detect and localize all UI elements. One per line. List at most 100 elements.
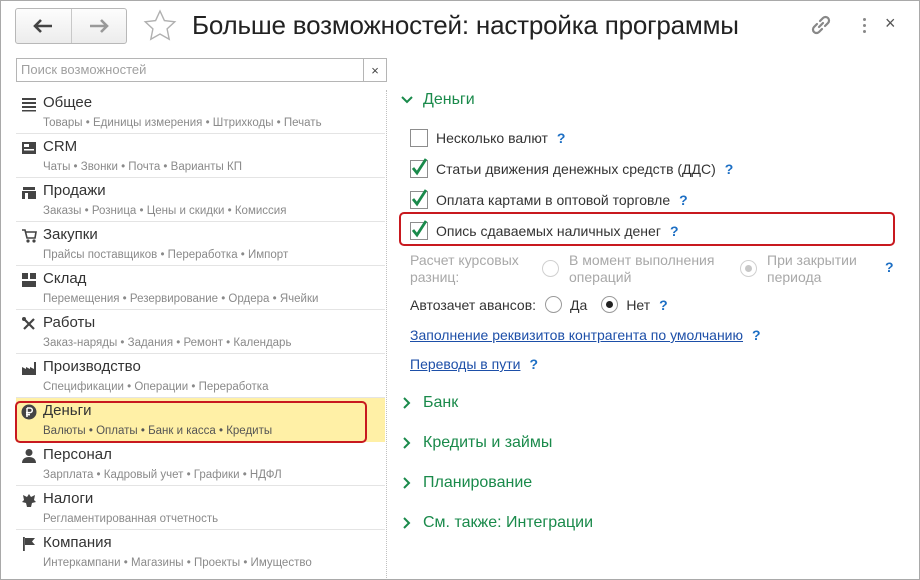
radio-no[interactable]	[601, 296, 619, 313]
sales-icon	[22, 187, 36, 199]
option-card-payments: Оплата картами в оптовой торговле ?	[410, 189, 688, 209]
chevron-right-icon	[403, 437, 411, 449]
checkbox[interactable]	[410, 189, 428, 209]
radio-button[interactable]	[542, 260, 559, 277]
section-taxes[interactable]: Налоги Регламентированная отчетность	[16, 486, 385, 530]
group-title: Деньги	[423, 91, 475, 108]
crm-icon	[22, 142, 36, 154]
section-subtitle: Чаты • Звонки • Почта • Варианты КП	[43, 161, 242, 173]
section-subtitle: Перемещения • Резервирование • Ордера • …	[43, 293, 319, 305]
help-button[interactable]: ?	[659, 297, 668, 313]
star-icon[interactable]	[142, 8, 178, 44]
help-button[interactable]: ?	[725, 161, 734, 177]
section-general[interactable]: Общее Товары • Единицы измерения • Штрих…	[16, 90, 385, 134]
section-name: Общее	[43, 94, 93, 111]
help-button[interactable]: ?	[885, 259, 894, 275]
selected-option-highlight	[399, 212, 895, 246]
arrow-left-icon	[33, 19, 53, 33]
group-credits-header[interactable]: Кредиты и займы	[401, 434, 552, 452]
radio-button[interactable]	[740, 260, 757, 277]
flag-icon	[23, 537, 35, 551]
help-button[interactable]: ?	[529, 356, 538, 372]
section-personnel[interactable]: Персонал Зарплата • Кадровый учет • Граф…	[16, 442, 385, 486]
checkbox[interactable]	[410, 129, 428, 147]
cart-icon	[22, 229, 37, 243]
help-button[interactable]: ?	[679, 192, 688, 208]
section-company[interactable]: Компания Интеркампани • Магазины • Проек…	[16, 530, 385, 574]
section-name: Закупки	[43, 226, 98, 243]
page-title: Больше возможностей: настройка программы	[192, 10, 739, 40]
section-subtitle: Интеркампани • Магазины • Проекты • Имущ…	[43, 557, 312, 569]
advance-offset-row: Автозачет авансов: Да Нет ?	[410, 296, 668, 313]
rate-diff-label: Расчет курсовых разниц:	[410, 252, 519, 286]
emblem-icon	[22, 494, 36, 507]
forward-button[interactable]	[70, 9, 127, 43]
back-button[interactable]	[16, 9, 71, 43]
radio-no-label: Нет	[626, 296, 651, 313]
section-subtitle: Заказы • Розница • Цены и скидки • Комис…	[43, 205, 287, 217]
help-button[interactable]: ?	[557, 130, 566, 146]
section-works[interactable]: Работы Заказ-наряды • Задания • Ремонт •…	[16, 310, 385, 354]
section-name: Производство	[43, 358, 141, 375]
transfers-link[interactable]: Переводы в пути	[410, 356, 520, 372]
chevron-right-icon	[403, 397, 411, 409]
settings-window: Больше возможностей: настройка программы…	[0, 0, 920, 580]
search-input[interactable]	[17, 59, 365, 79]
section-name: Работы	[43, 314, 96, 331]
group-bank-header[interactable]: Банк	[401, 394, 458, 412]
section-subtitle: Зарплата • Кадровый учет • Графики • НДФ…	[43, 469, 282, 481]
option-label-line1: В момент выполнения	[569, 252, 715, 268]
group-title: Планирование	[423, 474, 533, 491]
close-button[interactable]: ×	[885, 13, 896, 34]
option-label: Несколько валют	[436, 130, 548, 146]
radio-yes-label: Да	[570, 296, 588, 313]
section-subtitle: Прайсы поставщиков • Переработка • Импор…	[43, 249, 289, 261]
section-name: Склад	[43, 270, 87, 287]
checkmark-icon	[411, 189, 428, 207]
more-vertical-icon[interactable]	[859, 11, 869, 39]
section-name: Налоги	[43, 490, 94, 507]
panel-divider	[386, 90, 387, 578]
search-clear-button[interactable]: ×	[363, 59, 386, 81]
help-button[interactable]: ?	[752, 327, 761, 343]
section-name: CRM	[43, 138, 78, 155]
requisites-link[interactable]: Заполнение реквизитов контрагента по умо…	[410, 327, 743, 343]
selected-section-highlight	[15, 401, 367, 443]
advance-label: Автозачет авансов:	[410, 296, 537, 313]
option-label-line2: периода	[767, 269, 822, 285]
section-purchases[interactable]: Закупки Прайсы поставщиков • Переработка…	[16, 222, 385, 266]
navigation-buttons	[15, 8, 127, 44]
section-crm[interactable]: CRM Чаты • Звонки • Почта • Варианты КП	[16, 134, 385, 178]
checkmark-icon	[411, 158, 428, 176]
arrow-right-icon	[89, 19, 109, 33]
search-box: ×	[16, 58, 387, 82]
chevron-right-icon	[403, 517, 411, 529]
requisites-link-row: Заполнение реквизитов контрагента по умо…	[410, 327, 761, 343]
section-subtitle: Регламентированная отчетность	[43, 513, 219, 525]
checkbox[interactable]	[410, 158, 428, 178]
group-integrations-header[interactable]: См. также: Интеграции	[401, 514, 593, 532]
rate-diff-option-period-close[interactable]: При закрытии периода	[740, 252, 857, 286]
option-label-line1: При закрытии	[767, 252, 857, 268]
group-title: Кредиты и займы	[423, 434, 553, 451]
group-money-header[interactable]: Деньги	[401, 91, 475, 109]
section-name: Персонал	[43, 446, 112, 463]
factory-icon	[22, 362, 36, 375]
section-warehouse[interactable]: Склад Перемещения • Резервирование • Орд…	[16, 266, 385, 310]
section-production[interactable]: Производство Спецификации • Операции • П…	[16, 354, 385, 398]
rate-diff-option-operations[interactable]: В момент выполнения операций	[542, 252, 714, 286]
section-subtitle: Спецификации • Операции • Переработка	[43, 381, 269, 393]
group-title: См. также: Интеграции	[423, 514, 594, 531]
chevron-down-icon	[401, 96, 413, 104]
option-label: Оплата картами в оптовой торговле	[436, 192, 671, 208]
sections-list: Общее Товары • Единицы измерения • Штрих…	[16, 90, 385, 574]
group-title: Банк	[423, 394, 459, 411]
option-label: Статьи движения денежных средств (ДДС)	[436, 161, 716, 177]
section-sales[interactable]: Продажи Заказы • Розница • Цены и скидки…	[16, 178, 385, 222]
section-subtitle: Заказ-наряды • Задания • Ремонт • Календ…	[43, 337, 292, 349]
radio-yes[interactable]	[545, 296, 563, 313]
rate-diff-label-line2: разниц:	[410, 269, 460, 285]
person-icon	[22, 449, 36, 463]
group-planning-header[interactable]: Планирование	[401, 474, 532, 492]
link-icon[interactable]	[807, 11, 835, 39]
